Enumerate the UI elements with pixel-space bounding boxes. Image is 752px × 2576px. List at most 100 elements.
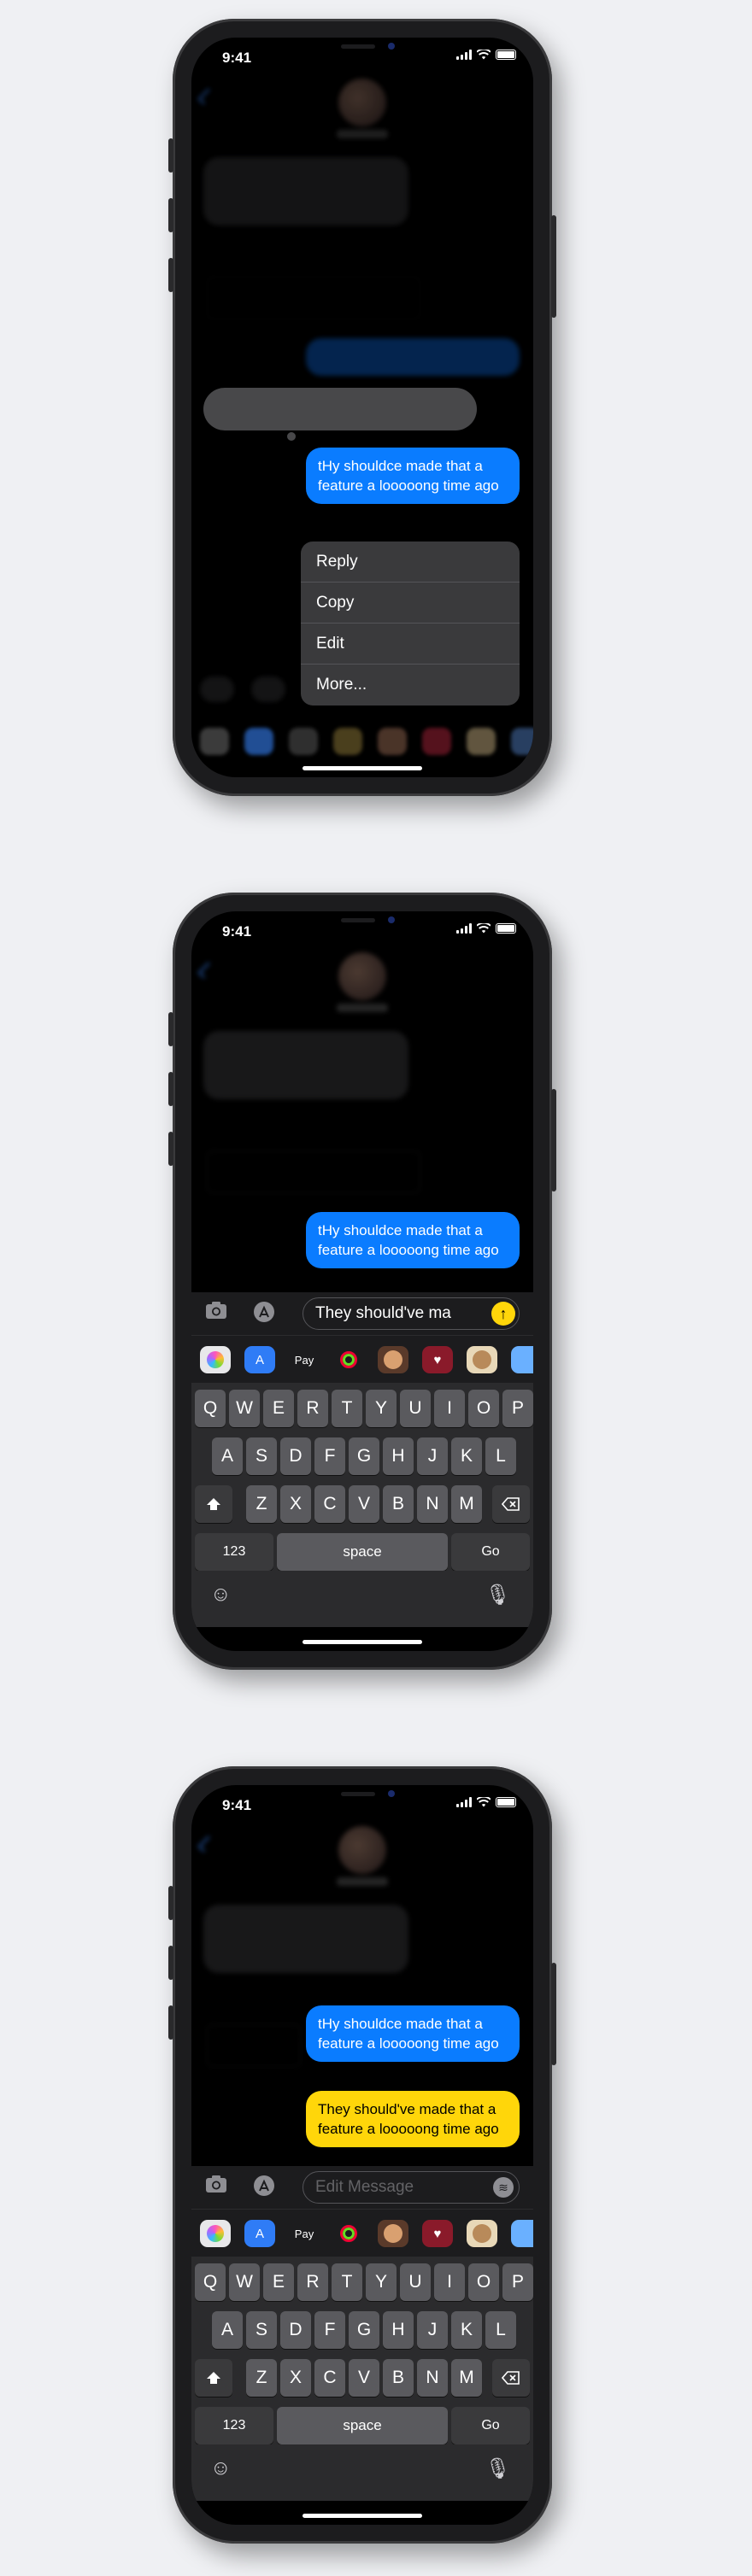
numbers-key[interactable]: 123 [195,1533,273,1571]
heart-sticker-icon[interactable]: ♥ [422,1346,453,1373]
monkey-memoji-icon[interactable] [467,1346,497,1373]
key-r[interactable]: R [297,2263,328,2301]
emoji-icon[interactable]: ☺ [210,2456,232,2480]
key-x[interactable]: X [280,1485,311,1523]
memoji-icon[interactable] [378,1346,408,1373]
key-v[interactable]: V [349,2359,379,2397]
memoji-icon[interactable] [378,2220,408,2247]
key-d[interactable]: D [280,2311,311,2349]
key-l[interactable]: L [485,2311,516,2349]
key-b[interactable]: B [383,2359,414,2397]
key-w[interactable]: W [229,2263,260,2301]
key-f[interactable]: F [314,1437,345,1475]
message-input-field[interactable]: Edit Message ≋ [303,2171,520,2204]
key-n[interactable]: N [417,1485,448,1523]
shift-key[interactable] [195,2359,232,2397]
more-apps-icon[interactable] [511,2220,533,2247]
menu-item-reply[interactable]: Reply [301,542,520,583]
key-t[interactable]: T [332,2263,362,2301]
key-d[interactable]: D [280,1437,311,1475]
key-k[interactable]: K [451,1437,482,1475]
key-w[interactable]: W [229,1390,260,1427]
key-z[interactable]: Z [246,1485,277,1523]
key-v[interactable]: V [349,1485,379,1523]
key-g[interactable]: G [349,1437,379,1475]
backspace-key[interactable] [492,1485,530,1523]
key-y[interactable]: Y [366,1390,397,1427]
camera-icon[interactable] [203,1301,229,1326]
key-m[interactable]: M [451,1485,482,1523]
menu-item-more[interactable]: More... [301,664,520,705]
numbers-key[interactable]: 123 [195,2407,273,2444]
key-f[interactable]: F [314,2311,345,2349]
photos-icon[interactable] [200,1346,231,1373]
app-store-icon[interactable] [251,2175,277,2200]
key-o[interactable]: O [468,1390,499,1427]
key-l[interactable]: L [485,1437,516,1475]
key-x[interactable]: X [280,2359,311,2397]
wifi-icon [477,50,491,60]
app-store-icon[interactable]: A [244,2220,275,2247]
emoji-icon[interactable]: ☺ [210,1583,232,1607]
audio-waveform-icon[interactable]: ≋ [493,2177,514,2198]
confirm-edit-button[interactable]: ↑ [491,1302,515,1326]
go-key[interactable]: Go [451,1533,530,1571]
apple-pay-icon[interactable]: Pay [289,2220,320,2247]
key-z[interactable]: Z [246,2359,277,2397]
app-store-icon[interactable] [251,1301,277,1326]
fitness-icon[interactable] [333,1346,364,1373]
menu-item-edit[interactable]: Edit [301,624,520,664]
monkey-memoji-icon[interactable] [467,2220,497,2247]
key-r[interactable]: R [297,1390,328,1427]
tapback-bar[interactable] [203,388,477,430]
key-o[interactable]: O [468,2263,499,2301]
key-m[interactable]: M [451,2359,482,2397]
key-t[interactable]: T [332,1390,362,1427]
go-key[interactable]: Go [451,2407,530,2444]
key-u[interactable]: U [400,2263,431,2301]
microphone-icon[interactable]: 🎙 [485,2456,511,2481]
photos-icon[interactable] [200,2220,231,2247]
original-message-bubble[interactable]: tHy shouldce made that a feature a loooo… [306,2005,520,2062]
key-e[interactable]: E [263,1390,294,1427]
key-q[interactable]: Q [195,1390,226,1427]
key-y[interactable]: Y [366,2263,397,2301]
key-h[interactable]: H [383,2311,414,2349]
message-edit-field[interactable]: They should've ma ↑ [303,1297,520,1330]
key-n[interactable]: N [417,2359,448,2397]
heart-sticker-icon[interactable]: ♥ [422,2220,453,2247]
shift-key[interactable] [195,1485,232,1523]
key-i[interactable]: I [434,1390,465,1427]
fitness-icon[interactable] [333,2220,364,2247]
key-g[interactable]: G [349,2311,379,2349]
key-c[interactable]: C [314,1485,345,1523]
key-b[interactable]: B [383,1485,414,1523]
key-i[interactable]: I [434,2263,465,2301]
key-q[interactable]: Q [195,2263,226,2301]
backspace-key[interactable] [492,2359,530,2397]
key-k[interactable]: K [451,2311,482,2349]
key-c[interactable]: C [314,2359,345,2397]
menu-item-copy[interactable]: Copy [301,583,520,624]
key-j[interactable]: J [417,1437,448,1475]
key-e[interactable]: E [263,2263,294,2301]
key-s[interactable]: S [246,1437,277,1475]
message-bubble-being-edited[interactable]: tHy shouldce made that a feature a loooo… [306,1212,520,1268]
app-store-icon[interactable]: A [244,1346,275,1373]
key-a[interactable]: A [212,2311,243,2349]
key-s[interactable]: S [246,2311,277,2349]
edited-message-bubble[interactable]: They should've made that a feature a loo… [306,2091,520,2147]
space-key[interactable]: space [277,1533,448,1571]
key-j[interactable]: J [417,2311,448,2349]
key-p[interactable]: P [502,2263,533,2301]
apple-pay-icon[interactable]: Pay [289,1346,320,1373]
microphone-icon[interactable]: 🎙 [485,1583,511,1607]
key-u[interactable]: U [400,1390,431,1427]
camera-icon[interactable] [203,2175,229,2200]
more-apps-icon[interactable] [511,1346,533,1373]
space-key[interactable]: space [277,2407,448,2444]
key-h[interactable]: H [383,1437,414,1475]
key-a[interactable]: A [212,1437,243,1475]
key-p[interactable]: P [502,1390,533,1427]
selected-message-bubble[interactable]: tHy shouldce made that a feature a loooo… [306,448,520,504]
